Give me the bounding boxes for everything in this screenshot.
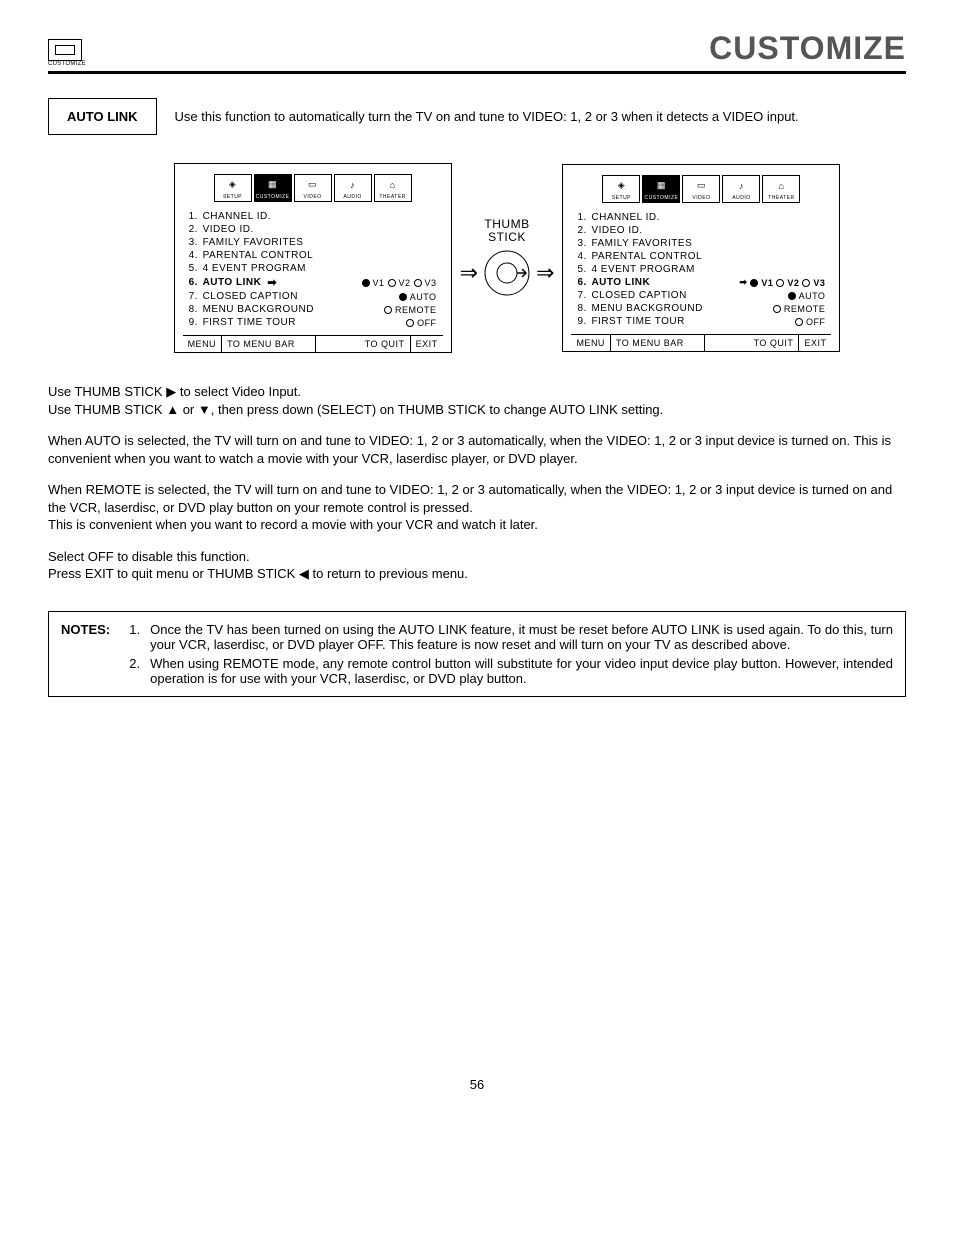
radio-icon	[414, 279, 422, 287]
diagram: ◈SETUP▦CUSTOMIZE▭VIDEO♪AUDIO⌂THEATER 1.C…	[108, 163, 906, 353]
menu-tab: ♪AUDIO	[722, 175, 760, 203]
header-icon: CUSTOMIZE	[48, 39, 86, 67]
menu-item: 8.MENU BACKGROUNDREMOTE	[189, 303, 437, 316]
menu-item: 3.FAMILY FAVORITES	[577, 237, 825, 250]
arrow-right-icon: ➡	[739, 277, 747, 288]
radio-icon	[406, 319, 414, 327]
menu-item: 8.MENU BACKGROUNDREMOTE	[577, 302, 825, 315]
menu-item: 2.VIDEO ID.	[189, 223, 437, 236]
menu-item: 1.CHANNEL ID.	[189, 210, 437, 223]
radio-icon	[788, 292, 796, 300]
notes-label: NOTES:	[61, 622, 110, 652]
menu-item: 9.FIRST TIME TOUROFF	[189, 316, 437, 329]
menu-tab: ◈SETUP	[602, 175, 640, 203]
page-title: CUSTOMIZE	[709, 30, 906, 67]
radio-icon	[773, 305, 781, 313]
radio-icon	[795, 318, 803, 326]
radio-icon	[399, 293, 407, 301]
menu-item: 4.PARENTAL CONTROL	[189, 249, 437, 262]
instruction-2: When AUTO is selected, the TV will turn …	[48, 432, 906, 467]
footer-menu: MENU	[183, 336, 223, 352]
radio-icon	[802, 279, 810, 287]
arrow-right-icon: ➡	[267, 276, 277, 289]
footer-quit: TO QUIT	[705, 335, 799, 351]
menu-item: 1.CHANNEL ID.	[577, 211, 825, 224]
menu-tab: ♪AUDIO	[334, 174, 372, 202]
arrow-right-icon: ⇒	[460, 262, 478, 284]
footer-bar: TO MENU BAR	[222, 336, 316, 352]
menu-item: 2.VIDEO ID.	[577, 224, 825, 237]
footer-exit: EXIT	[799, 335, 831, 351]
menu-item: 6.AUTO LINK➡V1V2V3	[577, 276, 825, 289]
divider	[48, 71, 906, 74]
menu-tab: ◈SETUP	[214, 174, 252, 202]
menu-item: 5.4 EVENT PROGRAM	[577, 263, 825, 276]
menu-item: 9.FIRST TIME TOUROFF	[577, 315, 825, 328]
menu-item: 4.PARENTAL CONTROL	[577, 250, 825, 263]
page-number: 56	[48, 1077, 906, 1092]
note-number: 2.	[124, 656, 140, 686]
menu-screen-right: ◈SETUP▦CUSTOMIZE▭VIDEO♪AUDIO⌂THEATER 1.C…	[562, 164, 840, 352]
header-icon-label: CUSTOMIZE	[48, 61, 86, 67]
menu-item: 6.AUTO LINK➡V1V2V3	[189, 275, 437, 290]
section-label: AUTO LINK	[48, 98, 157, 135]
notes-box: NOTES: 1. Once the TV has been turned on…	[48, 611, 906, 697]
instruction-1: Use THUMB STICK ▶ to select Video Input.…	[48, 383, 906, 418]
radio-icon	[776, 279, 784, 287]
menu-item: 5.4 EVENT PROGRAM	[189, 262, 437, 275]
menu-item: 3.FAMILY FAVORITES	[189, 236, 437, 249]
menu-item: 7.CLOSED CAPTIONAUTO	[577, 289, 825, 302]
menu-tab: ▦CUSTOMIZE	[254, 174, 292, 202]
radio-icon	[388, 279, 396, 287]
thumbstick-label: THUMBSTICK	[484, 218, 529, 244]
note-number: 1.	[124, 622, 140, 652]
footer-quit: TO QUIT	[316, 336, 410, 352]
arrow-right-icon: ⇒	[536, 262, 554, 284]
footer-exit: EXIT	[411, 336, 443, 352]
instruction-3: When REMOTE is selected, the TV will tur…	[48, 481, 906, 534]
section-description: Use this function to automatically turn …	[175, 109, 906, 124]
note-text: When using REMOTE mode, any remote contr…	[150, 656, 893, 686]
footer-menu: MENU	[571, 335, 611, 351]
instruction-4: Select OFF to disable this function. Pre…	[48, 548, 906, 583]
radio-icon	[384, 306, 392, 314]
menu-tab: ⌂THEATER	[374, 174, 412, 202]
radio-icon	[362, 279, 370, 287]
radio-icon	[750, 279, 758, 287]
footer-bar: TO MENU BAR	[611, 335, 705, 351]
note-text: Once the TV has been turned on using the…	[150, 622, 893, 652]
thumbstick-diagram: THUMBSTICK ⇒ ⇒	[460, 218, 555, 298]
menu-item: 7.CLOSED CAPTIONAUTO	[189, 290, 437, 303]
menu-tab: ▦CUSTOMIZE	[642, 175, 680, 203]
menu-tab: ▭VIDEO	[682, 175, 720, 203]
menu-tab: ▭VIDEO	[294, 174, 332, 202]
menu-screen-left: ◈SETUP▦CUSTOMIZE▭VIDEO♪AUDIO⌂THEATER 1.C…	[174, 163, 452, 353]
thumbstick-icon	[482, 248, 532, 298]
menu-tab: ⌂THEATER	[762, 175, 800, 203]
